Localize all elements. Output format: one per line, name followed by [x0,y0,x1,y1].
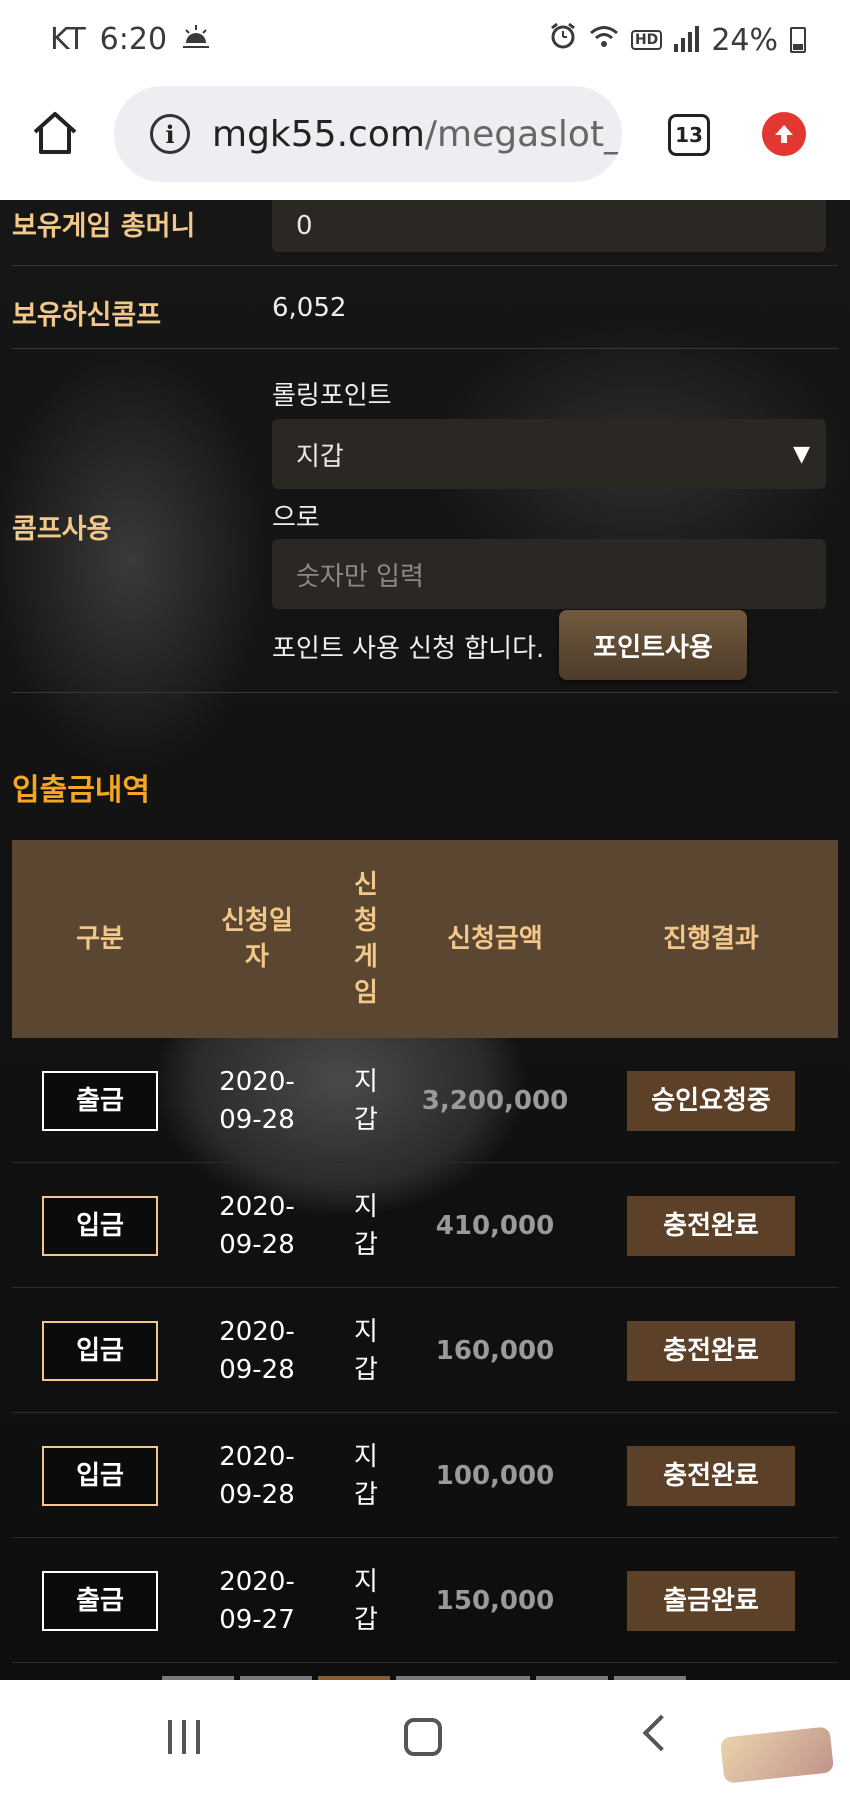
header-status: 진행결과 [663,924,759,954]
date-cell: 2020- 09-27 [219,1566,295,1635]
home-nav-icon[interactable] [404,1718,442,1756]
alarm-icon [549,22,577,58]
recent-apps-icon[interactable] [168,1720,200,1754]
battery-icon [790,27,806,53]
amount-cell: 100,000 [435,1460,555,1491]
date-cell: 2020- 09-28 [219,1066,295,1135]
header-game: 신 청 게 임 [354,870,378,1008]
type-badge-withdraw: 출금 [42,1070,158,1131]
type-badge-deposit: 입금 [42,1320,158,1381]
comp-use-label: 콤프사용 [12,514,112,545]
status-badge: 충전완료 [627,1320,795,1381]
total-money-label: 보유게임 총머니 [12,211,196,242]
header-date: 신청일 자 [221,906,293,972]
point-amount-placeholder: 숫자만 입력 [296,561,424,592]
game-cell: 지 갑 [354,1191,378,1260]
history-title: 입출금내역 [12,773,150,808]
address-bar[interactable]: i mgk55.com/megaslot_ [114,86,622,182]
game-cell: 지 갑 [354,1316,378,1385]
history-table-header: 구분 신청일 자 신 청 게 임 신청금액 진행결과 [12,840,838,1038]
total-money-field: 0 [272,200,826,252]
table-row: 입금 2020- 09-28 지 갑 100,000 충전완료 [12,1413,838,1538]
clock: 6:20 [99,22,168,57]
status-badge: 충전완료 [627,1445,795,1506]
back-icon[interactable] [642,1714,680,1752]
hd-voice-icon: HD [630,30,663,50]
game-cell: 지 갑 [354,1566,378,1635]
amount-cell: 150,000 [435,1585,555,1616]
game-cell: 지 갑 [354,1441,378,1510]
table-row: 입금 2020- 09-28 지 갑 410,000 충전완료 [12,1163,838,1288]
watermark-logo [719,1726,835,1784]
game-cell: 지 갑 [354,1066,378,1135]
to-text: 으로 [272,503,320,533]
use-point-button[interactable]: 포인트사용 [559,610,747,680]
amount-cell: 3,200,000 [421,1085,569,1116]
page-content: 보유게임 총머니 0 보유하신콤프 6,052 콤프사용 롤링포인트 지갑 ▼ … [0,200,850,1680]
wallet-select[interactable]: 지갑 ▼ [272,419,826,489]
amount-cell: 160,000 [435,1335,555,1366]
date-cell: 2020- 09-28 [219,1316,295,1385]
dropdown-arrow-icon: ▼ [793,441,810,467]
rolling-point-label: 롤링포인트 [272,381,392,411]
browser-toolbar: i mgk55.com/megaslot_ 13 [0,84,850,200]
type-badge-deposit: 입금 [42,1445,158,1506]
point-amount-input[interactable]: 숫자만 입력 [272,539,826,609]
site-info-icon[interactable]: i [150,114,190,154]
system-nav-bar [0,1680,850,1794]
request-text: 포인트 사용 신청 합니다. [272,634,545,664]
status-bar: KT 6:20 HD 24% [0,0,850,84]
home-icon[interactable] [30,108,90,168]
url-host: mgk55.com [212,113,425,155]
comp-value: 6,052 [272,293,347,323]
status-badge: 출금완료 [627,1570,795,1631]
date-cell: 2020- 09-28 [219,1441,295,1510]
total-money-value: 0 [296,211,313,241]
battery-percent: 24% [711,22,778,58]
wifi-icon [589,23,619,58]
type-badge-deposit: 입금 [42,1195,158,1256]
status-badge: 승인요청중 [627,1070,795,1131]
amount-cell: 410,000 [435,1210,555,1241]
tab-switcher-button[interactable]: 13 [668,114,710,156]
header-type: 구분 [76,924,124,954]
signal-icon [674,26,700,52]
table-row: 출금 2020- 09-27 지 갑 150,000 출금완료 [12,1538,838,1663]
table-row: 출금 2020- 09-28 지 갑 3,200,000 승인요청중 [12,1038,838,1163]
comp-label: 보유하신콤프 [12,300,162,331]
date-cell: 2020- 09-28 [219,1191,295,1260]
weather-icon [181,22,211,57]
wallet-select-value: 지갑 [296,441,344,472]
header-amount: 신청금액 [447,924,543,954]
carrier-label: KT [50,22,86,57]
upload-icon[interactable] [762,112,806,156]
type-badge-withdraw: 출금 [42,1570,158,1631]
table-row: 입금 2020- 09-28 지 갑 160,000 충전완료 [12,1288,838,1413]
status-badge: 충전완료 [627,1195,795,1256]
url-path: /megaslot_ [424,113,622,155]
